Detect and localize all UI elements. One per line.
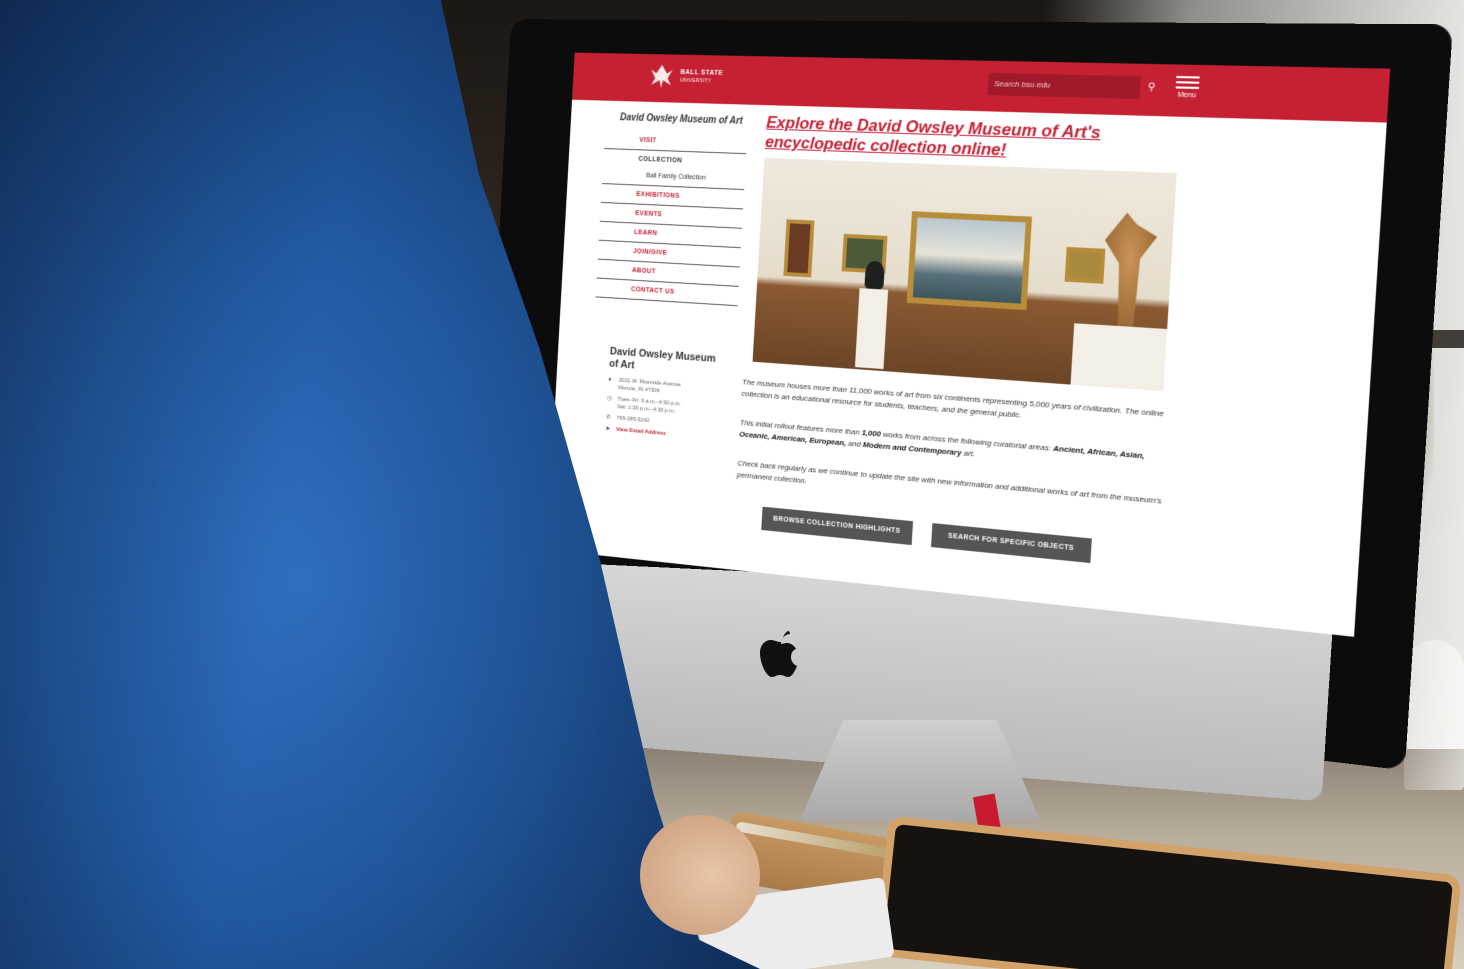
painting-portrait <box>783 219 814 277</box>
menu-label: Menu <box>1173 92 1201 100</box>
pedestal-right <box>1071 323 1168 391</box>
cardinal-icon <box>647 62 675 91</box>
sculpture-bust <box>864 261 885 290</box>
museum-website: BALL STATE UNIVERSITY Search bsu.edu ⚲ M… <box>547 53 1390 637</box>
top-bar: BALL STATE UNIVERSITY Search bsu.edu ⚲ M… <box>572 53 1390 123</box>
painting-small-right <box>1065 247 1106 284</box>
phone-icon: ✆ <box>606 414 613 422</box>
search-objects-button[interactable]: SEARCH FOR SPECIFIC OBJECTS <box>931 523 1092 563</box>
photo-scene: BALL STATE UNIVERSITY Search bsu.edu ⚲ M… <box>0 0 1464 969</box>
gallery-photo <box>753 158 1177 392</box>
sculpture-winged-figure <box>1100 212 1159 328</box>
logo-line2: UNIVERSITY <box>680 77 723 86</box>
rollout-text-and: and <box>846 439 863 449</box>
location-pin-icon: ● <box>608 376 616 392</box>
apple-logo-icon <box>758 628 804 680</box>
email-link[interactable]: View Email Address <box>616 426 666 438</box>
sidebar-title[interactable]: David Owsley Museum of Art <box>605 112 748 127</box>
glass-bottle <box>1404 640 1464 790</box>
address-line2: Muncie, IN 47306 <box>618 385 660 394</box>
menu-button[interactable]: Menu <box>1173 73 1202 100</box>
phone-number[interactable]: 765-285-5242 <box>616 415 649 425</box>
paper-plane-icon: ➤ <box>605 425 612 433</box>
hamburger-icon <box>1174 76 1202 89</box>
imac-screen: BALL STATE UNIVERSITY Search bsu.edu ⚲ M… <box>488 33 1437 653</box>
pedestal-left <box>855 288 888 369</box>
page-headline[interactable]: Explore the David Owsley Museum of Art's… <box>765 113 1159 166</box>
logo-wordmark: BALL STATE UNIVERSITY <box>680 69 723 85</box>
browse-highlights-button[interactable]: BROWSE COLLECTION HIGHLIGHTS <box>761 507 913 545</box>
clock-icon: ◷ <box>607 395 615 411</box>
search-icon[interactable]: ⚲ <box>1139 76 1163 99</box>
search-input[interactable]: Search bsu.edu <box>987 73 1140 99</box>
bsu-logo[interactable]: BALL STATE UNIVERSITY <box>647 62 723 93</box>
person-hand <box>640 815 760 935</box>
rollout-text-end: art. <box>961 448 975 458</box>
sidebar-nav: David Owsley Museum of Art VISIT COLLECT… <box>596 112 749 306</box>
contact-block: David Owsley Museum of Art ● 2021 W. Riv… <box>605 346 725 447</box>
painting-seascape <box>907 211 1032 310</box>
contact-title: David Owsley Museum of Art <box>609 346 726 379</box>
works-count: 1,000 <box>861 428 881 438</box>
